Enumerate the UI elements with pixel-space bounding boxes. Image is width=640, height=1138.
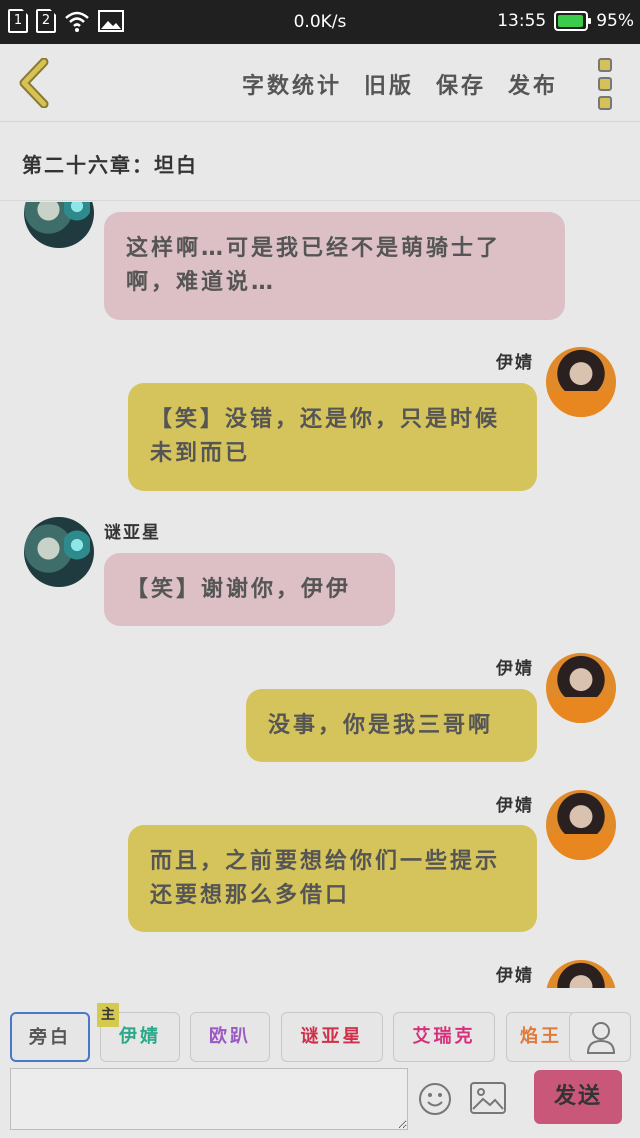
image-icon[interactable]	[470, 1082, 506, 1114]
avatar[interactable]	[546, 653, 616, 723]
clock: 13:55	[497, 11, 547, 31]
battery-percent: 95%	[596, 11, 634, 31]
character-label: 旁白	[29, 1027, 71, 1048]
menu-dot	[598, 58, 612, 72]
toolbar-actions: 字数统计 旧版 保存 发布	[242, 68, 558, 100]
sender-name: 伊婧	[496, 796, 534, 816]
message-bubble[interactable]: 没事，你是我三哥啊	[246, 689, 537, 762]
chevron-left-icon[interactable]	[14, 58, 54, 108]
character-chip-eric[interactable]: 艾瑞克	[393, 1012, 495, 1062]
status-bar: 1! 2! 0.0K/s 13:55 95%	[0, 0, 640, 44]
publish-button[interactable]: 发布	[508, 68, 558, 100]
sender-name: 伊婧	[496, 659, 534, 679]
sender-name: 伊婧	[496, 966, 534, 986]
save-button[interactable]: 保存	[436, 68, 486, 100]
battery-fill	[558, 15, 583, 27]
sender-name: 谜亚星	[104, 523, 161, 543]
character-chip-miyaxing[interactable]: 谜亚星	[281, 1012, 383, 1062]
character-chip-opa[interactable]: 欧趴	[190, 1012, 270, 1062]
menu-icon[interactable]	[598, 58, 616, 110]
avatar[interactable]	[546, 347, 616, 417]
character-label: 欧趴	[209, 1026, 251, 1047]
battery-icon	[554, 11, 592, 31]
avatar[interactable]	[546, 960, 616, 988]
sender-name: 伊婧	[496, 353, 534, 373]
message-bubble[interactable]: 而且，之前要想给你们一些提示还要想那么多借口	[128, 825, 537, 932]
character-label: 焰王	[520, 1026, 562, 1047]
composer: 发送	[0, 1066, 640, 1138]
character-chip-yijing[interactable]: 主 伊婧	[97, 1003, 180, 1062]
chapter-header[interactable]: 第二十六章：坦白	[0, 123, 640, 201]
character-selector: 旁白 主 伊婧 欧趴 谜亚星 艾瑞克 焰王	[0, 1003, 640, 1064]
person-glyph	[586, 1022, 616, 1054]
message-bubble[interactable]: 【笑】没错，还是你，只是时候未到而已	[128, 383, 537, 491]
message-input[interactable]	[10, 1068, 408, 1130]
editor-toolbar: 字数统计 旧版 保存 发布	[0, 44, 640, 122]
character-chip-narrator[interactable]: 旁白	[10, 1012, 90, 1062]
chat-area[interactable]: 这样啊…可是我已经不是萌骑士了啊，难道说… 伊婧 【笑】没错，还是你，只是时候未…	[0, 202, 640, 988]
menu-dot	[598, 77, 612, 91]
old-version-button[interactable]: 旧版	[364, 68, 414, 100]
word-count-button[interactable]: 字数统计	[242, 68, 342, 100]
menu-dot	[598, 96, 612, 110]
person-icon[interactable]	[569, 1012, 631, 1062]
avatar[interactable]	[546, 790, 616, 860]
character-label: 伊婧	[119, 1026, 161, 1047]
send-button[interactable]: 发送	[534, 1070, 622, 1124]
character-label: 谜亚星	[300, 1026, 364, 1047]
message-bubble[interactable]: 这样啊…可是我已经不是萌骑士了啊，难道说…	[104, 212, 565, 320]
avatar[interactable]	[24, 202, 94, 248]
avatar[interactable]	[24, 517, 94, 587]
character-label: 艾瑞克	[412, 1026, 476, 1047]
chapter-title[interactable]: 第二十六章：坦白	[22, 149, 198, 178]
character-chip-yanwang[interactable]: 焰王	[506, 1012, 576, 1062]
main-character-badge: 主	[97, 1003, 119, 1027]
message-bubble[interactable]: 【笑】谢谢你，伊伊	[104, 553, 395, 626]
emoji-icon[interactable]	[418, 1082, 452, 1116]
